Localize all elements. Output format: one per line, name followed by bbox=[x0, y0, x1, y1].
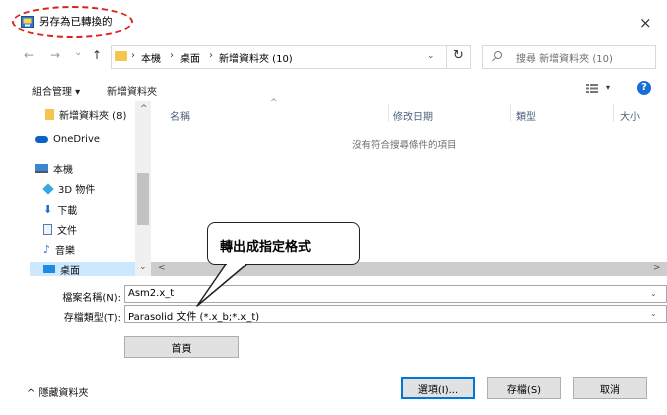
scroll-left-button[interactable]: < bbox=[158, 263, 166, 273]
column-header-type[interactable]: 類型 bbox=[516, 108, 536, 123]
scroll-up-button[interactable]: ^ bbox=[140, 104, 148, 114]
breadcrumb-this-pc[interactable]: 本機 bbox=[141, 50, 161, 65]
document-icon bbox=[43, 224, 52, 235]
folder-icon bbox=[115, 51, 127, 61]
column-divider[interactable] bbox=[388, 104, 389, 122]
navigation-pane: 新增資料夾 (8) OneDrive 本機 3D 物件 ⬇ 下載 文件 ♪ 音樂… bbox=[30, 101, 151, 277]
search-placeholder: 搜尋 新增資料夾 (10) bbox=[516, 54, 613, 65]
computer-icon bbox=[35, 164, 48, 173]
recent-locations-button[interactable]: ⌄ bbox=[74, 48, 82, 58]
cube-icon bbox=[42, 182, 54, 195]
download-icon: ⬇ bbox=[43, 203, 53, 216]
options-button[interactable]: 選項(I)... bbox=[401, 377, 475, 399]
empty-list-message: 沒有符合搜尋條件的項目 bbox=[352, 140, 457, 151]
cancel-button[interactable]: 取消 bbox=[573, 377, 647, 399]
music-icon: ♪ bbox=[43, 243, 51, 256]
help-icon[interactable]: ? bbox=[637, 81, 651, 95]
nav-item-documents[interactable]: 文件 bbox=[43, 222, 77, 237]
nav-item-new-folder-8[interactable]: 新增資料夾 (8) bbox=[45, 107, 126, 122]
up-button[interactable]: ↑ bbox=[92, 49, 102, 61]
nav-item-label: 本機 bbox=[53, 165, 73, 176]
nav-item-label: OneDrive bbox=[53, 134, 101, 145]
filename-input[interactable] bbox=[124, 285, 667, 303]
filetype-label: 存檔類型(T): bbox=[63, 313, 121, 324]
address-dropdown-icon[interactable]: ⌄ bbox=[427, 51, 435, 61]
nav-item-desktop[interactable]: 桌面 bbox=[30, 262, 135, 277]
cloud-icon bbox=[35, 136, 48, 143]
callout-text: 轉出成指定格式 bbox=[220, 240, 312, 255]
filetype-value: Parasolid 文件 (*.x_b;*.x_t) bbox=[128, 312, 260, 323]
desktop-icon bbox=[43, 265, 55, 273]
breadcrumb-separator: › bbox=[170, 50, 174, 61]
new-folder-button[interactable]: 新增資料夾 bbox=[107, 83, 157, 98]
breadcrumb-separator: › bbox=[209, 50, 213, 61]
column-divider[interactable] bbox=[510, 104, 511, 122]
save-button[interactable]: 存檔(S) bbox=[487, 377, 561, 399]
sort-indicator-icon: ^ bbox=[270, 98, 278, 108]
nav-item-label: 3D 物件 bbox=[58, 185, 96, 196]
column-header-name[interactable]: 名稱 bbox=[170, 108, 190, 123]
title-highlight-ellipse bbox=[12, 6, 133, 38]
nav-item-label: 音樂 bbox=[55, 246, 76, 257]
filetype-dropdown-icon[interactable]: ⌄ bbox=[650, 309, 657, 318]
back-button[interactable]: ← bbox=[24, 49, 34, 61]
column-divider[interactable] bbox=[613, 104, 614, 122]
organize-menu[interactable]: 組合管理 ▾ bbox=[32, 83, 80, 98]
refresh-icon: ↻ bbox=[453, 48, 464, 63]
filename-label: 檔案名稱(N): bbox=[62, 293, 121, 304]
filename-dropdown-icon[interactable]: ⌄ bbox=[650, 289, 657, 298]
nav-pane-scroll-thumb[interactable] bbox=[137, 173, 149, 225]
nav-item-label: 新增資料夾 (8) bbox=[59, 111, 127, 122]
nav-item-label: 桌面 bbox=[60, 265, 80, 277]
breadcrumb-separator: › bbox=[131, 50, 135, 61]
nav-item-3d-objects[interactable]: 3D 物件 bbox=[42, 181, 96, 196]
search-icon bbox=[494, 51, 502, 59]
scroll-right-button[interactable]: > bbox=[653, 263, 661, 273]
nav-item-downloads[interactable]: ⬇ 下載 bbox=[43, 202, 77, 217]
nav-item-label: 下載 bbox=[57, 206, 78, 217]
view-dropdown-icon[interactable]: ▾ bbox=[606, 83, 610, 92]
nav-item-label: 文件 bbox=[57, 226, 77, 237]
scroll-down-button[interactable]: ⌄ bbox=[139, 262, 147, 272]
breadcrumb-desktop[interactable]: 桌面 bbox=[180, 50, 200, 65]
column-header-size[interactable]: 大小 bbox=[620, 108, 640, 123]
close-button[interactable]: × bbox=[639, 16, 652, 31]
forward-button[interactable]: → bbox=[50, 49, 60, 61]
folder-icon bbox=[45, 109, 54, 120]
breadcrumb-current-folder[interactable]: 新增資料夾 (10) bbox=[219, 50, 293, 65]
nav-item-music[interactable]: ♪ 音樂 bbox=[43, 242, 75, 257]
first-page-button[interactable]: 首頁 bbox=[124, 336, 239, 358]
column-header-date-modified[interactable]: 修改日期 bbox=[393, 108, 433, 123]
nav-item-this-pc[interactable]: 本機 bbox=[35, 161, 73, 176]
hide-folders-toggle[interactable]: ^ 隱藏資料夾 bbox=[27, 384, 89, 399]
filename-value: Asm2.x_t bbox=[128, 288, 175, 299]
view-options-icon[interactable] bbox=[586, 84, 598, 93]
nav-item-onedrive[interactable]: OneDrive bbox=[35, 134, 100, 145]
